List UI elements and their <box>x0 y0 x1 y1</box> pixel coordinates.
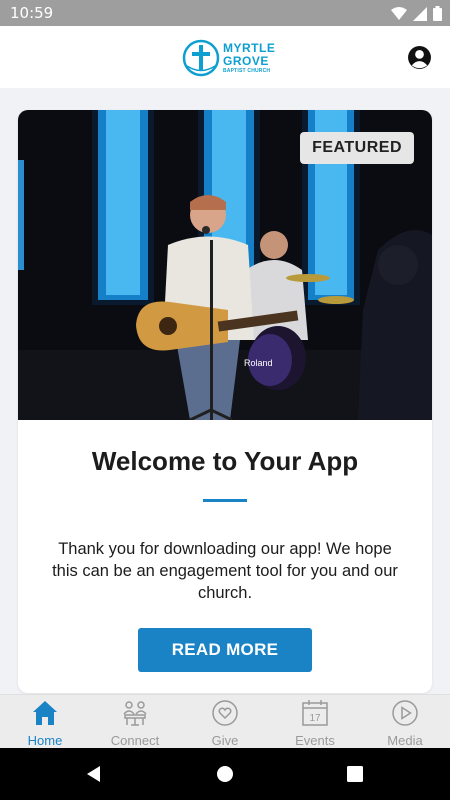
home-circle-icon[interactable] <box>215 764 235 784</box>
tab-label-home: Home <box>27 733 63 748</box>
bottom-tab-bar: Home Connect Give 17 Events Media <box>0 694 450 748</box>
title-divider <box>203 499 247 502</box>
card-description: Thank you for downloading our app! We ho… <box>52 540 398 602</box>
calendar-day-text: 17 <box>309 713 321 724</box>
tab-home[interactable]: Home <box>0 695 90 748</box>
status-bar: 10:59 <box>0 0 450 26</box>
drum-brand-text: Roland <box>244 358 273 368</box>
recents-icon[interactable] <box>345 764 365 784</box>
read-more-button[interactable]: READ MORE <box>138 628 312 672</box>
tab-label-give: Give <box>211 733 239 748</box>
play-icon <box>392 700 418 726</box>
logo-line-grove: GROVE <box>223 53 269 68</box>
featured-badge: FEATURED <box>300 132 414 164</box>
back-icon[interactable] <box>84 764 104 784</box>
tab-label-media: Media <box>387 733 423 748</box>
tab-events[interactable]: 17 Events <box>270 695 360 748</box>
logo-text: MYRTLE GROVE BAPTIST CHURCH <box>223 40 276 75</box>
home-icon <box>33 701 57 725</box>
system-nav-bar <box>0 748 450 800</box>
logo-line-myrtle: MYRTLE <box>223 40 276 55</box>
tab-media[interactable]: Media <box>360 695 450 748</box>
tab-label-events: Events <box>295 733 335 748</box>
wifi-icon <box>391 6 407 20</box>
heart-icon <box>212 700 238 726</box>
logo-cross-icon <box>182 39 220 77</box>
calendar-icon: 17 <box>302 700 328 726</box>
status-time: 10:59 <box>10 4 54 22</box>
logo-line-baptist-church: BAPTIST CHURCH <box>223 67 271 74</box>
profile-icon[interactable] <box>407 45 432 70</box>
tab-give[interactable]: Give <box>180 695 270 748</box>
church-logo[interactable]: MYRTLE GROVE BAPTIST CHURCH <box>182 39 275 77</box>
featured-card[interactable]: Roland FEATURED Welcome to Your App Than… <box>18 110 432 693</box>
tab-label-connect: Connect <box>110 733 160 748</box>
battery-icon <box>433 6 442 21</box>
signal-icon <box>413 6 427 21</box>
app-header: MYRTLE GROVE BAPTIST CHURCH <box>0 26 450 88</box>
tab-connect[interactable]: Connect <box>90 695 180 748</box>
status-icons <box>391 6 442 21</box>
connect-icon <box>123 701 147 726</box>
card-title: Welcome to Your App <box>91 446 359 476</box>
